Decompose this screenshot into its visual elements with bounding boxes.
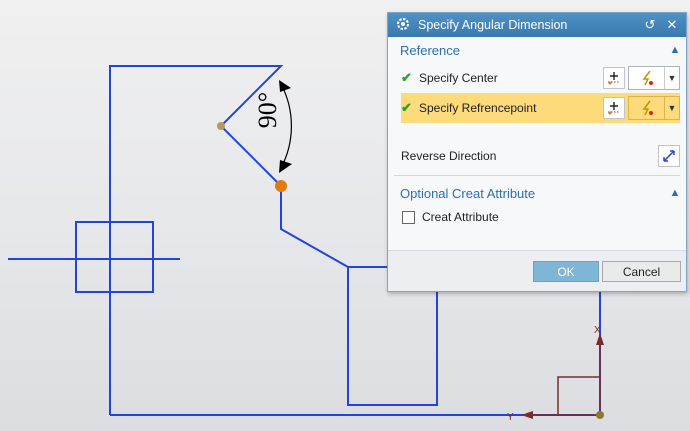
reverse-direction-button[interactable]	[658, 145, 680, 167]
reverse-direction-row: Reverse Direction	[401, 141, 680, 171]
angular-dimension-dialog: Specify Angular Dimension ↺ ✕ Reference …	[387, 12, 687, 292]
crosshair-square[interactable]	[75, 221, 154, 293]
center-point[interactable]	[217, 122, 225, 130]
chevron-down-icon[interactable]: ▼	[665, 67, 679, 89]
point-dialog-button[interactable]	[603, 67, 625, 89]
gear-icon	[396, 17, 412, 34]
create-attribute-row[interactable]: Creat Attribute	[402, 206, 686, 228]
inferred-point-icon[interactable]	[629, 97, 665, 119]
ok-button[interactable]: OK	[533, 261, 599, 282]
csys-x-arrow	[521, 411, 533, 419]
collapse-caret-icon[interactable]: ▲	[664, 187, 686, 199]
reference-point[interactable]	[275, 180, 287, 192]
csys-x-label: X	[594, 325, 601, 336]
specify-refrencepoint-row[interactable]: ✔ Specify Refrencepoint ▼	[401, 93, 680, 123]
specify-center-label: Specify Center	[419, 71, 498, 85]
angular-dimension-arc[interactable]	[280, 83, 293, 169]
reverse-direction-label: Reverse Direction	[401, 149, 497, 163]
create-attribute-checkbox[interactable]	[402, 210, 415, 224]
reference-section-header[interactable]: Reference ▲	[388, 37, 686, 63]
dimension-arrow-top	[279, 80, 291, 92]
sketch-bottom-curve[interactable]	[110, 290, 601, 416]
specify-refrencepoint-label: Specify Refrencepoint	[419, 101, 537, 115]
optional-section-header[interactable]: Optional Creat Attribute ▲	[388, 180, 686, 206]
angle-dimension-text[interactable]: 90°	[253, 92, 282, 128]
specify-center-row[interactable]: ✔ Specify Center ▼	[401, 63, 680, 93]
checkmark-icon: ✔	[401, 70, 412, 85]
reference-section-title: Reference	[400, 42, 460, 58]
inferred-point-icon[interactable]	[629, 67, 665, 89]
snap-point-combo[interactable]: ▼	[628, 96, 680, 120]
csys-box	[557, 376, 600, 415]
reset-icon[interactable]: ↺	[642, 17, 658, 33]
chevron-down-icon[interactable]: ▼	[665, 97, 679, 119]
create-attribute-label: Creat Attribute	[422, 210, 499, 224]
sketch-profile-curve[interactable]	[109, 65, 387, 415]
cancel-button[interactable]: Cancel	[602, 261, 681, 282]
snap-point-combo[interactable]: ▼	[628, 66, 680, 90]
csys-origin[interactable]	[596, 411, 604, 419]
dialog-title: Specify Angular Dimension	[418, 18, 568, 32]
csys-y-label: Y	[507, 412, 514, 423]
section-divider	[394, 175, 680, 176]
point-dialog-button[interactable]	[603, 97, 625, 119]
dimension-arrow-bottom	[279, 160, 292, 173]
collapse-caret-icon[interactable]: ▲	[664, 44, 686, 56]
dialog-titlebar[interactable]: Specify Angular Dimension ↺ ✕	[388, 13, 686, 37]
optional-section-title: Optional Creat Attribute	[400, 185, 536, 201]
close-icon[interactable]: ✕	[664, 17, 680, 33]
dialog-footer: OK Cancel	[388, 250, 686, 291]
checkmark-icon: ✔	[401, 100, 412, 115]
